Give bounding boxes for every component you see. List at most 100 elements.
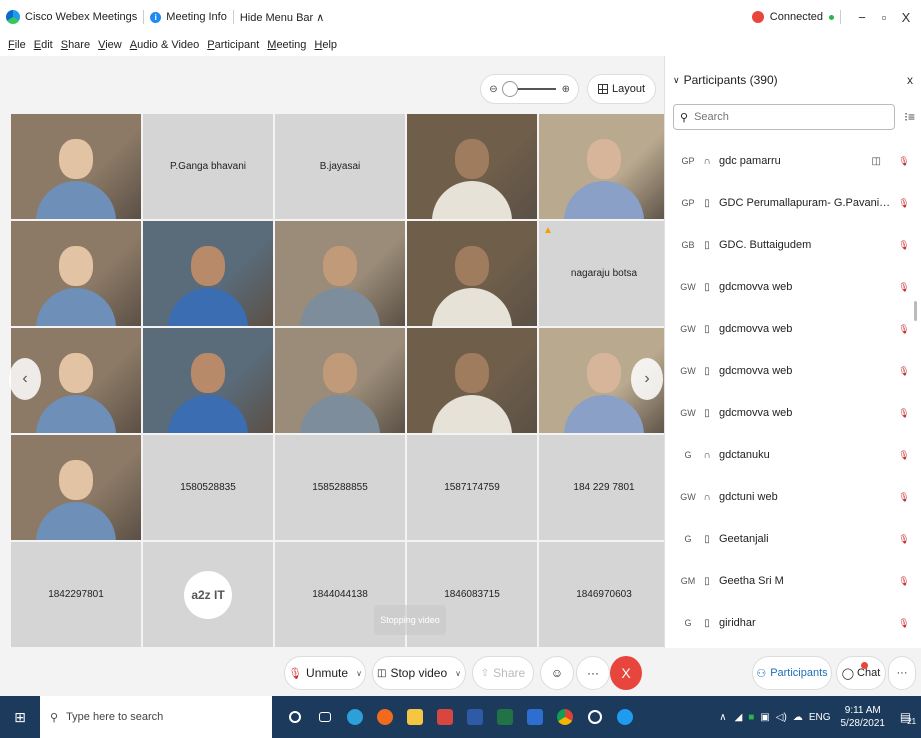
participant-row[interactable]: G ∩ gdctanuku 🎙	[665, 434, 915, 476]
reactions-button[interactable]: ☺	[540, 656, 574, 690]
participant-row[interactable]: GP ∩ gdc pamarru ◫ 🎙	[665, 140, 915, 182]
zoom-in-icon[interactable]: ⊕	[562, 84, 570, 95]
search-input[interactable]	[694, 111, 885, 123]
participant-row[interactable]: G ▯ giridhar 🎙	[665, 602, 915, 644]
language-indicator[interactable]: ENG	[809, 712, 831, 723]
close-window-button[interactable]: X	[895, 10, 917, 25]
video-tile[interactable]	[11, 221, 141, 326]
media-player-icon[interactable]	[580, 696, 610, 738]
menu-view[interactable]: View	[98, 39, 122, 51]
participants-button[interactable]: ⚇ Participants	[752, 656, 832, 690]
name-tile[interactable]: B.jayasai	[275, 114, 405, 219]
excel-icon[interactable]	[490, 696, 520, 738]
participant-row[interactable]: GW ▯ gdcmovva web 🎙	[665, 266, 915, 308]
network-icon[interactable]: ◢	[735, 712, 743, 723]
participant-row[interactable]: GW ▯ gdcmovva web 🎙	[665, 350, 915, 392]
participant-row[interactable]: GW ∩ gdctuni web 🎙	[665, 476, 915, 518]
participant-row[interactable]: GB ▯ GDC. Buttaigudem 🎙	[665, 224, 915, 266]
video-tile[interactable]	[275, 221, 405, 326]
name-tile[interactable]: 1580528835	[143, 435, 273, 540]
unmute-button[interactable]: 🎙 Unmute ∨	[284, 656, 366, 690]
video-tile[interactable]	[407, 328, 537, 433]
word-icon[interactable]	[460, 696, 490, 738]
chrome-icon[interactable]	[550, 696, 580, 738]
more-options-button[interactable]: ···	[576, 656, 610, 690]
video-tile[interactable]	[11, 435, 141, 540]
file-explorer-icon[interactable]	[400, 696, 430, 738]
clock[interactable]: 9:11 AM 5/28/2021	[841, 704, 886, 730]
connection-status[interactable]: Connected	[746, 7, 840, 27]
cortana-icon[interactable]	[280, 696, 310, 738]
meeting-info-button[interactable]: i Meeting Info	[144, 7, 233, 27]
muted-mic-icon[interactable]: 🎙	[893, 576, 915, 587]
name-tile[interactable]: 1842297801	[11, 542, 141, 647]
tray-app-icon[interactable]: ■	[748, 712, 754, 723]
start-button[interactable]: ⊞	[0, 696, 40, 738]
menu-file[interactable]: File	[8, 39, 26, 51]
restore-button[interactable]: ▫	[873, 10, 895, 25]
name-tile[interactable]: nagaraju botsa ▲	[539, 221, 669, 326]
zoom-slider[interactable]	[501, 81, 556, 97]
muted-mic-icon[interactable]: 🎙	[893, 198, 915, 209]
menu-share[interactable]: Share	[61, 39, 90, 51]
muted-mic-icon[interactable]: 🎙	[893, 366, 915, 377]
edge-icon[interactable]	[340, 696, 370, 738]
muted-mic-icon[interactable]: 🎙	[893, 282, 915, 293]
minimize-button[interactable]: −	[851, 10, 873, 25]
panel-more-button[interactable]: ···	[888, 656, 916, 690]
taskbar-search[interactable]: ⚲ Type here to search	[40, 696, 272, 738]
previous-page-button[interactable]: ‹	[9, 358, 41, 400]
muted-mic-icon[interactable]: 🎙	[893, 450, 915, 461]
volume-icon[interactable]: ◁)	[776, 712, 787, 723]
next-page-button[interactable]: ›	[631, 358, 663, 400]
zoom-control[interactable]: ⊖ ⊕	[480, 74, 579, 104]
participant-row[interactable]: GP ▯ GDC Perumallapuram- G.Pavani Dev... 🎙	[665, 182, 915, 224]
tray-chevron-icon[interactable]: ∧	[719, 712, 726, 723]
participant-row[interactable]: GM ▯ Geetha Sri M 🎙	[665, 560, 915, 602]
video-tile[interactable]	[539, 114, 669, 219]
muted-mic-icon[interactable]: 🎙	[893, 492, 915, 503]
participant-row[interactable]: GW ▯ gdcmovva web 🎙	[665, 392, 915, 434]
participant-row[interactable]: G ▯ Geetanjali 🎙	[665, 518, 915, 560]
menu-help[interactable]: Help	[314, 39, 337, 51]
share-button[interactable]: ⇧ Share	[472, 656, 534, 690]
end-meeting-button[interactable]: X	[610, 656, 642, 690]
task-view-icon[interactable]	[310, 696, 340, 738]
avatar-tile[interactable]: a2z IT	[143, 542, 273, 647]
name-tile[interactable]: 1846970603	[539, 542, 669, 647]
menu-edit[interactable]: Edit	[34, 39, 53, 51]
calendar-icon[interactable]	[430, 696, 460, 738]
zoom-out-icon[interactable]: ⊖	[489, 84, 497, 95]
chat-button[interactable]: ◯ Chat	[836, 656, 886, 690]
name-tile[interactable]: 1585288855	[275, 435, 405, 540]
onedrive-icon[interactable]: ☁	[793, 712, 803, 723]
video-tile[interactable]	[143, 328, 273, 433]
muted-mic-icon[interactable]: 🎙	[893, 408, 915, 419]
video-tile[interactable]	[407, 114, 537, 219]
webex-taskbar-icon[interactable]	[610, 696, 640, 738]
video-tile[interactable]	[407, 221, 537, 326]
name-tile[interactable]: 184 229 7801	[539, 435, 669, 540]
tray-app-icon[interactable]: ▣	[760, 712, 769, 723]
muted-mic-icon[interactable]: 🎙	[893, 156, 915, 167]
layout-button[interactable]: Layout	[586, 74, 656, 104]
muted-mic-icon[interactable]: 🎙	[893, 324, 915, 335]
name-tile[interactable]: P.Ganga bhavani	[143, 114, 273, 219]
scrollbar[interactable]	[914, 301, 917, 321]
mail-icon[interactable]	[520, 696, 550, 738]
video-tile[interactable]	[11, 114, 141, 219]
stop-video-button[interactable]: ◫ Stop video ∨	[372, 656, 466, 690]
close-panel-button[interactable]: x	[907, 73, 913, 87]
video-tile[interactable]	[143, 221, 273, 326]
zoom-slider-knob[interactable]	[501, 81, 518, 97]
name-tile[interactable]: 1587174759	[407, 435, 537, 540]
notifications-button[interactable]: ▤ 21	[895, 696, 921, 738]
menu-meeting[interactable]: Meeting	[267, 39, 306, 51]
menu-participant[interactable]: Participant	[207, 39, 259, 51]
firefox-icon[interactable]	[370, 696, 400, 738]
muted-mic-icon[interactable]: 🎙	[893, 240, 915, 251]
participant-row[interactable]: GW ▯ gdcmovva web 🎙	[665, 308, 915, 350]
menu-audio-video[interactable]: Audio & Video	[130, 39, 200, 51]
participant-search[interactable]: ⚲	[673, 104, 895, 130]
chevron-down-icon[interactable]: ∨	[455, 669, 461, 678]
